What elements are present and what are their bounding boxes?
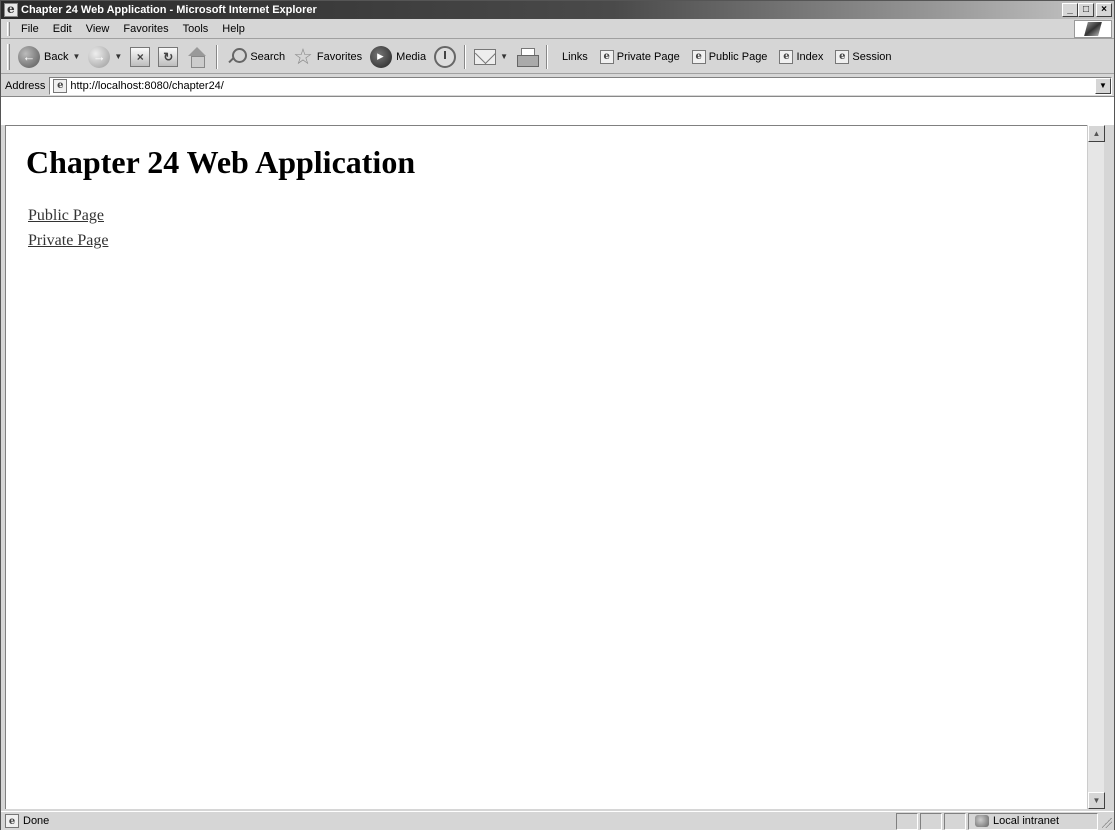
menu-grip[interactable]	[7, 21, 10, 36]
ie-page-icon: e	[599, 49, 614, 64]
menu-view[interactable]: View	[79, 23, 117, 35]
link-label: Private Page	[616, 50, 680, 63]
link-public-page[interactable]: e Public Page	[686, 49, 774, 64]
menu-file[interactable]: File	[14, 23, 46, 35]
favorites-label: Favorites	[316, 50, 363, 63]
link-session[interactable]: e Session	[829, 49, 897, 64]
windows-logo-throbber	[1074, 20, 1112, 38]
search-icon	[226, 47, 248, 67]
media-label: Media	[396, 50, 427, 63]
home-button[interactable]	[182, 43, 212, 71]
status-bar: e Done Local intranet	[1, 811, 1114, 830]
browser-window: Chapter 24 Web Application - Microsoft I…	[0, 0, 1115, 830]
minimize-button[interactable]: _	[1062, 3, 1078, 17]
security-zone[interactable]: Local intranet	[968, 812, 1098, 830]
stop-icon: ×	[130, 46, 151, 67]
forward-dropdown-icon[interactable]: ▼	[114, 52, 122, 61]
ie-page-icon: e	[53, 78, 68, 93]
status-cell	[896, 812, 918, 830]
address-dropdown-icon[interactable]: ▼	[1095, 77, 1111, 94]
favorites-button[interactable]: ☆ Favorites	[289, 43, 366, 71]
windows-logo-icon	[1084, 22, 1102, 36]
link-private-page[interactable]: e Private Page	[594, 49, 686, 64]
intranet-icon	[975, 815, 989, 827]
refresh-icon: ↻	[158, 46, 179, 67]
link-label: Public Page	[708, 50, 768, 63]
menu-edit[interactable]: Edit	[46, 23, 79, 35]
menu-bar: File Edit View Favorites Tools Help	[1, 19, 1114, 39]
links-toolbar: Links e Private Page e Public Page e Ind…	[558, 49, 897, 64]
history-icon	[434, 45, 457, 68]
maximize-button[interactable]: □	[1078, 3, 1094, 17]
window-title: Chapter 24 Web Application - Microsoft I…	[21, 4, 317, 16]
address-label: Address	[5, 79, 46, 92]
status-main: e Done	[1, 813, 894, 830]
title-bar[interactable]: Chapter 24 Web Application - Microsoft I…	[1, 1, 1114, 19]
search-button[interactable]: Search	[222, 43, 289, 71]
vertical-scrollbar[interactable]: ▲ ▼	[1087, 125, 1105, 809]
star-icon: ☆	[293, 43, 313, 69]
menu-favorites[interactable]: Favorites	[116, 23, 175, 35]
back-arrow-icon: ←	[18, 45, 40, 68]
link-label: Index	[796, 50, 824, 63]
menu-help[interactable]: Help	[215, 23, 252, 35]
public-page-link[interactable]: Public Page	[28, 207, 1087, 225]
toolbar-separator	[216, 44, 219, 69]
back-label: Back	[44, 50, 69, 63]
scroll-up-icon[interactable]: ▲	[1088, 125, 1105, 142]
forward-arrow-icon: →	[88, 45, 111, 68]
forward-button[interactable]: → ▼	[84, 43, 126, 71]
toolbar-separator	[464, 44, 467, 69]
ie-page-icon: e	[835, 49, 850, 64]
page-title: Chapter 24 Web Application	[26, 144, 416, 180]
home-icon	[186, 46, 208, 68]
links-label[interactable]: Links	[558, 51, 594, 63]
print-icon	[516, 47, 540, 67]
scroll-down-icon[interactable]: ▼	[1088, 792, 1105, 809]
mail-dropdown-icon[interactable]: ▼	[500, 52, 508, 61]
private-page-link[interactable]: Private Page	[28, 232, 1087, 250]
refresh-button[interactable]: ↻	[154, 43, 182, 71]
address-bar: Address e ▼	[1, 75, 1114, 97]
ie-page-icon: e	[691, 49, 706, 64]
back-button[interactable]: ← Back ▼	[14, 43, 84, 71]
media-button[interactable]: Media	[366, 43, 430, 71]
window-controls: _ □ ×	[1062, 3, 1112, 17]
address-field[interactable]: e ▼	[49, 76, 1112, 95]
status-cell	[920, 812, 942, 830]
link-index[interactable]: e Index	[773, 49, 829, 64]
stop-button[interactable]: ×	[126, 43, 154, 71]
toolbar-separator	[546, 44, 549, 69]
page-content: Chapter 24 Web Application Public Page P…	[5, 125, 1087, 809]
standard-toolbar: ← Back ▼ → ▼ × ↻ Search ☆ Favorites Medi…	[1, 40, 1114, 74]
back-dropdown-icon[interactable]: ▼	[72, 52, 80, 61]
close-button[interactable]: ×	[1096, 3, 1112, 17]
status-cell	[944, 812, 966, 830]
mail-icon	[474, 48, 497, 65]
menu-tools[interactable]: Tools	[176, 23, 216, 35]
mail-button[interactable]: ▼	[470, 43, 512, 71]
print-button[interactable]	[512, 43, 542, 71]
address-input[interactable]	[70, 77, 1095, 94]
zone-label: Local intranet	[993, 815, 1060, 827]
content-top-area	[1, 97, 1114, 125]
history-button[interactable]	[430, 43, 460, 71]
link-label: Session	[852, 50, 892, 63]
toolbar-grip[interactable]	[7, 43, 10, 70]
resize-grip-icon[interactable]	[1098, 813, 1114, 830]
ie-page-icon[interactable]	[4, 2, 18, 17]
media-icon	[370, 45, 393, 68]
ie-page-icon: e	[5, 814, 19, 828]
ie-page-icon: e	[779, 49, 794, 64]
search-label: Search	[250, 50, 286, 63]
status-text: Done	[23, 815, 50, 827]
